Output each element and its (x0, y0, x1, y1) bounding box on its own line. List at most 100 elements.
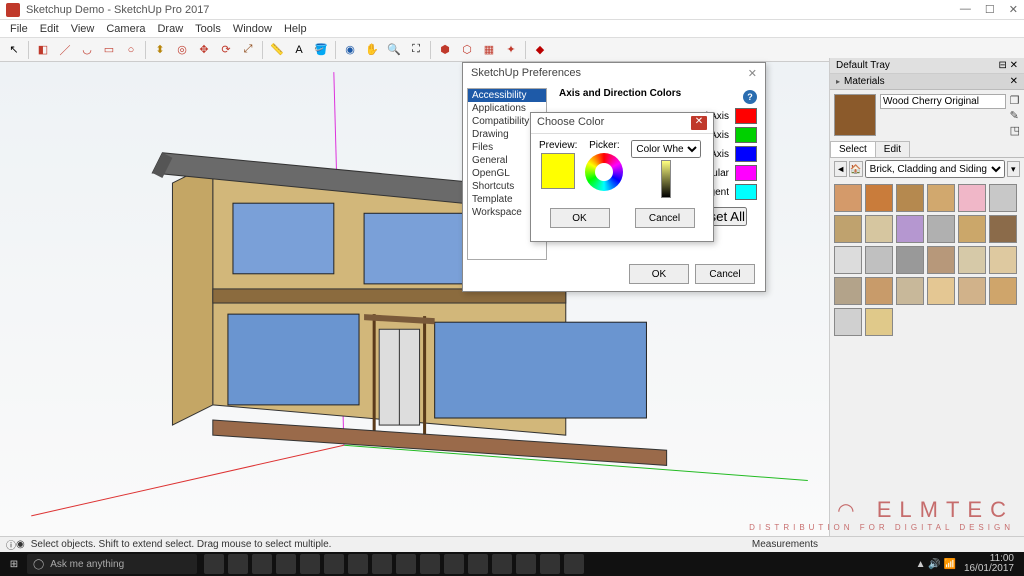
tape-tool-icon[interactable]: 📏 (267, 40, 287, 60)
material-thumb[interactable] (927, 277, 955, 305)
material-thumb[interactable] (896, 277, 924, 305)
back-button[interactable]: ◄ (834, 161, 847, 177)
material-thumb[interactable] (865, 215, 893, 243)
prefs-close-icon[interactable]: ✕ (748, 67, 757, 80)
details-button[interactable]: ▾ (1007, 161, 1020, 177)
material-swatch[interactable] (834, 94, 876, 136)
ruby-icon[interactable]: ◆ (530, 40, 550, 60)
window-title: Sketchup Demo - SketchUp Pro 2017 (26, 4, 209, 16)
menu-tools[interactable]: Tools (189, 23, 227, 35)
material-thumb[interactable] (927, 215, 955, 243)
prefs-cat-accessibility[interactable]: Accessibility (468, 89, 546, 102)
material-thumb[interactable] (958, 184, 986, 212)
rotate-tool-icon[interactable]: ⟳ (216, 40, 236, 60)
axis-color-swatch[interactable] (735, 165, 757, 181)
material-thumb[interactable] (896, 184, 924, 212)
text-tool-icon[interactable]: A (289, 40, 309, 60)
value-slider[interactable] (661, 160, 671, 198)
menu-view[interactable]: View (65, 23, 101, 35)
material-thumb[interactable] (927, 184, 955, 212)
tab-select[interactable]: Select (830, 141, 876, 157)
material-category-select[interactable]: Brick, Cladding and Siding (865, 160, 1005, 178)
circle-tool-icon[interactable]: ○ (121, 40, 141, 60)
material-thumb[interactable] (865, 308, 893, 336)
zoom-extents-icon[interactable]: ⛶ (406, 40, 426, 60)
material-thumb[interactable] (834, 308, 862, 336)
axis-color-swatch[interactable] (735, 184, 757, 200)
material-thumb[interactable] (958, 246, 986, 274)
material-thumb[interactable] (989, 184, 1017, 212)
material-thumb[interactable] (865, 246, 893, 274)
material-thumb[interactable] (865, 277, 893, 305)
eraser-tool-icon[interactable]: ◧ (33, 40, 53, 60)
menu-camera[interactable]: Camera (100, 23, 151, 35)
material-thumb[interactable] (958, 215, 986, 243)
app-icon (6, 3, 20, 17)
material-thumb[interactable] (958, 277, 986, 305)
start-button[interactable]: ⊞ (4, 554, 24, 574)
line-tool-icon[interactable]: ／ (55, 40, 75, 60)
extra-icon[interactable]: ✦ (501, 40, 521, 60)
color-ok-button[interactable]: OK (550, 208, 610, 228)
material-thumb[interactable] (834, 277, 862, 305)
help-icon[interactable]: ? (743, 90, 757, 104)
create-material-icon[interactable]: ❐ (1010, 94, 1020, 107)
maximize-button[interactable]: ☐ (985, 3, 995, 16)
clock-date: 16/01/2017 (964, 563, 1014, 574)
menu-draw[interactable]: Draw (151, 23, 189, 35)
scale-tool-icon[interactable]: ⤢ (238, 40, 258, 60)
tray-header[interactable]: Default Tray⊟ ✕ (830, 58, 1024, 74)
minimize-button[interactable]: — (960, 3, 971, 16)
prefs-cancel-button[interactable]: Cancel (695, 264, 755, 284)
close-button[interactable]: ✕ (1009, 3, 1018, 16)
layout-icon[interactable]: ▦ (479, 40, 499, 60)
select-tool-icon[interactable]: ↖ (4, 40, 24, 60)
paint-dropper-icon[interactable]: ✎ (1010, 109, 1020, 122)
paint-tool-icon[interactable]: 🪣 (311, 40, 331, 60)
warehouse-icon[interactable]: ⬢ (435, 40, 455, 60)
material-menu-icon[interactable]: ◳ (1010, 124, 1020, 137)
menu-window[interactable]: Window (227, 23, 278, 35)
axis-color-swatch[interactable] (735, 146, 757, 162)
tab-edit[interactable]: Edit (875, 141, 910, 157)
zoom-tool-icon[interactable]: 🔍 (384, 40, 404, 60)
material-thumb[interactable] (989, 215, 1017, 243)
measurements-label: Measurements (752, 539, 818, 550)
materials-panel-header[interactable]: Materials✕ (830, 74, 1024, 90)
info-icon: ⓘ (6, 537, 16, 552)
taskbar-search[interactable]: ◯ Ask me anything (27, 554, 197, 574)
material-thumb[interactable] (989, 246, 1017, 274)
pan-tool-icon[interactable]: ✋ (362, 40, 382, 60)
material-thumb[interactable] (834, 184, 862, 212)
material-thumb[interactable] (865, 184, 893, 212)
axis-color-swatch[interactable] (735, 127, 757, 143)
menu-help[interactable]: Help (278, 23, 313, 35)
arc-tool-icon[interactable]: ◡ (77, 40, 97, 60)
color-preview-swatch (541, 153, 575, 189)
color-wheel[interactable] (585, 153, 623, 191)
material-thumb[interactable] (927, 246, 955, 274)
menu-edit[interactable]: Edit (34, 23, 65, 35)
choose-color-dialog: Choose Color✕ Preview: Picker: Color Whe… (530, 112, 714, 242)
picker-mode-select[interactable]: Color Wheel (631, 140, 701, 158)
material-thumb[interactable] (989, 277, 1017, 305)
material-thumb[interactable] (834, 246, 862, 274)
move-tool-icon[interactable]: ✥ (194, 40, 214, 60)
color-close-icon[interactable]: ✕ (691, 116, 707, 130)
tray-icons[interactable]: ▲ 🔊 📶 (916, 559, 956, 570)
rectangle-tool-icon[interactable]: ▭ (99, 40, 119, 60)
material-thumb[interactable] (834, 215, 862, 243)
prefs-ok-button[interactable]: OK (629, 264, 689, 284)
axis-color-swatch[interactable] (735, 108, 757, 124)
fwd-button[interactable]: 🏠 (849, 161, 862, 177)
extension-icon[interactable]: ⬡ (457, 40, 477, 60)
material-thumb[interactable] (896, 215, 924, 243)
offset-tool-icon[interactable]: ◎ (172, 40, 192, 60)
material-name-input[interactable] (880, 94, 1006, 109)
color-cancel-button[interactable]: Cancel (635, 208, 695, 228)
taskbar-apps[interactable] (204, 554, 584, 574)
orbit-tool-icon[interactable]: ◉ (340, 40, 360, 60)
material-thumb[interactable] (896, 246, 924, 274)
pushpull-tool-icon[interactable]: ⬍ (150, 40, 170, 60)
menu-file[interactable]: File (4, 23, 34, 35)
